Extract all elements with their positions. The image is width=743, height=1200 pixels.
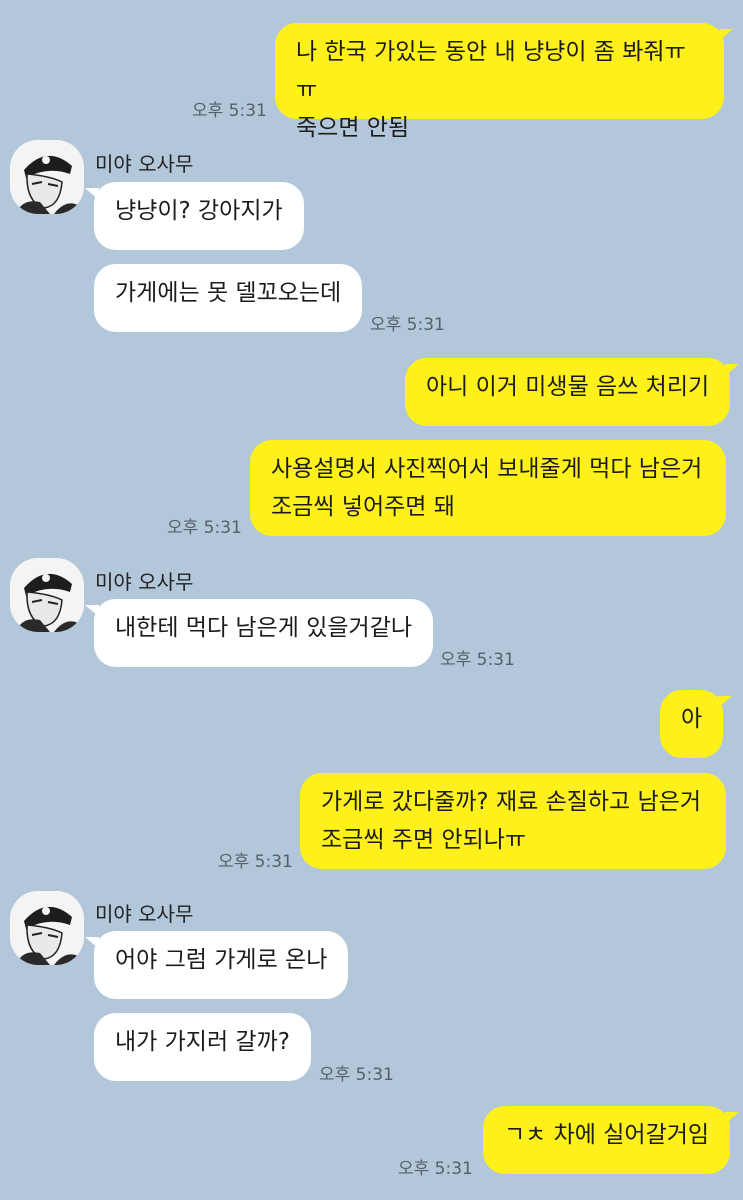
sender-name: 미야 오사무 bbox=[95, 570, 194, 594]
avatar-icon[interactable] bbox=[10, 140, 84, 214]
message-time: 오후 5:31 bbox=[370, 315, 445, 335]
sender-name: 미야 오사무 bbox=[95, 152, 194, 176]
message-time: 오후 5:31 bbox=[218, 852, 293, 872]
message-time: 오후 5:31 bbox=[319, 1065, 394, 1085]
outgoing-message[interactable]: 아니 이거 미생물 음쓰 처리기 bbox=[405, 358, 740, 426]
outgoing-message[interactable]: 가게로 갔다줄까? 재료 손질하고 남은거 조금씩 주면 안되나ㅠ bbox=[300, 773, 726, 869]
incoming-message[interactable]: 냥냥이? 강아지가 bbox=[85, 182, 304, 250]
incoming-message[interactable]: 가게에는 못 델꼬오는데 bbox=[94, 264, 363, 332]
sender-name: 미야 오사무 bbox=[95, 902, 194, 926]
incoming-message[interactable]: 어야 그럼 가게로 온나 bbox=[84, 931, 349, 999]
outgoing-message[interactable]: 사용설명서 사진찍어서 보내줄게 먹다 남은거 조금씩 넣어주면 돼 bbox=[250, 440, 726, 536]
avatar-icon[interactable] bbox=[10, 891, 84, 965]
outgoing-message[interactable]: 아 bbox=[660, 690, 733, 758]
message-time: 오후 5:31 bbox=[167, 518, 242, 538]
incoming-message[interactable]: 내가 가지러 갈까? bbox=[94, 1013, 311, 1081]
incoming-message[interactable]: 내한테 먹다 남은게 있을거같나 bbox=[84, 599, 434, 667]
outgoing-message[interactable]: 나 한국 가있는 동안 내 냥냥이 좀 봐줘ㅠㅠ 죽으면 안됨 bbox=[275, 23, 733, 141]
outgoing-message[interactable]: ㄱㅊ 차에 실어갈거임 bbox=[483, 1106, 740, 1174]
message-time: 오후 5:31 bbox=[398, 1159, 473, 1179]
avatar-icon[interactable] bbox=[10, 558, 84, 632]
message-time: 오후 5:31 bbox=[440, 650, 515, 670]
message-time: 오후 5:31 bbox=[192, 101, 267, 121]
